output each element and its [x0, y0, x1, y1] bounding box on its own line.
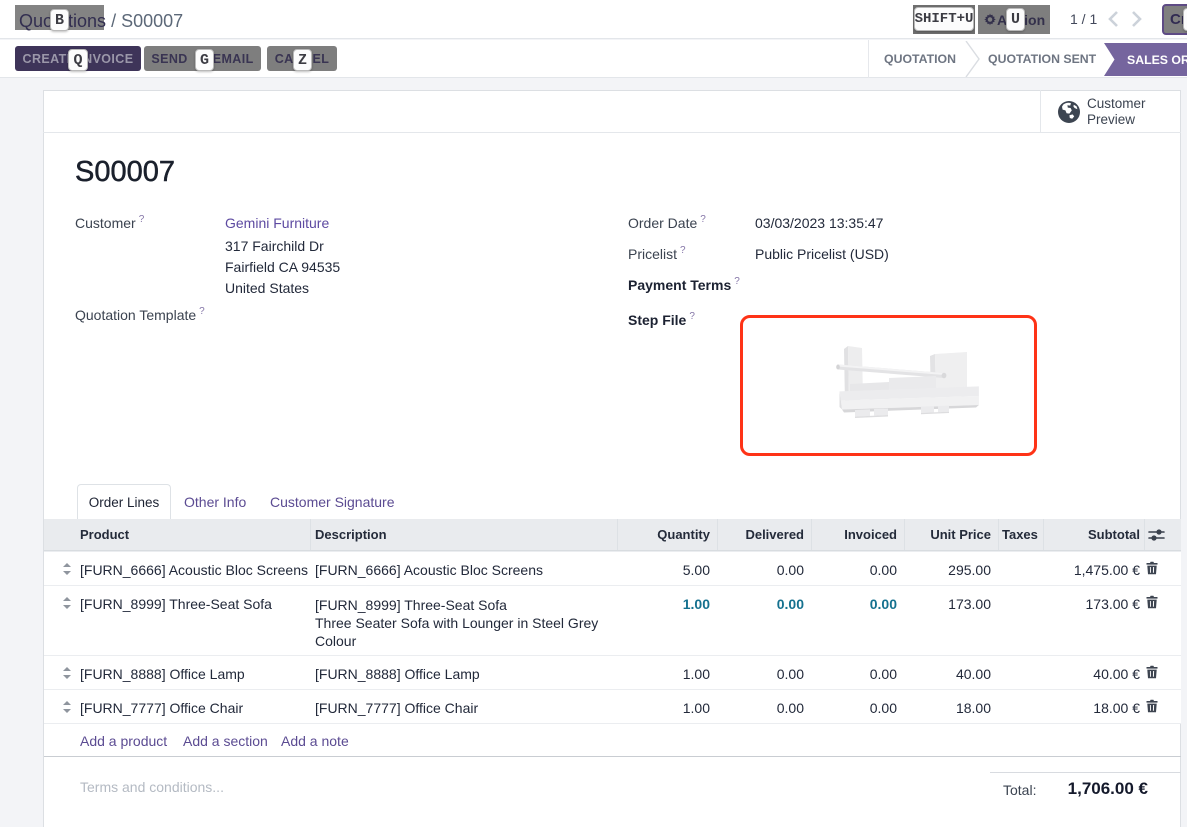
svg-text:SALES ORDE: SALES ORDE [1127, 53, 1187, 67]
